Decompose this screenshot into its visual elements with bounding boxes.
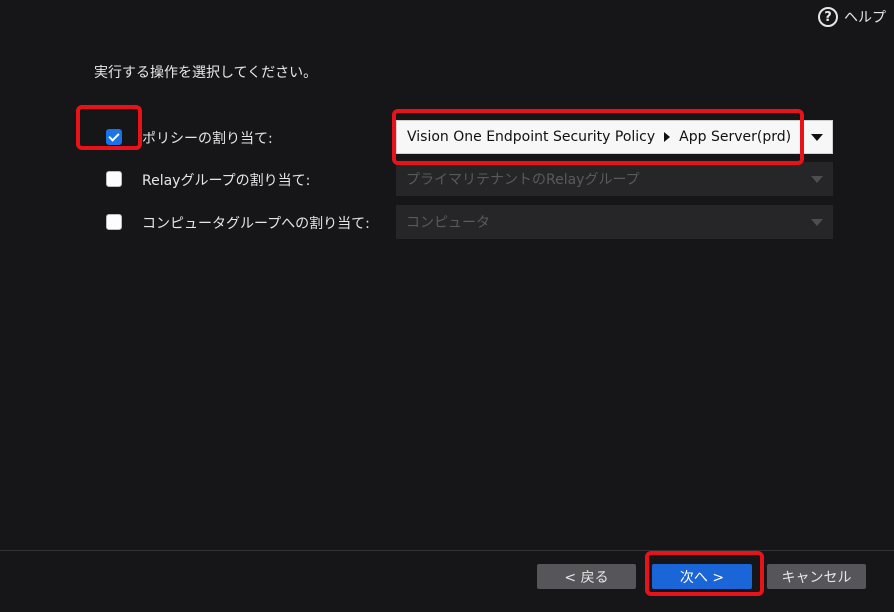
chevron-down-icon [801, 162, 833, 196]
relay-group-label: Relayグループの割り当て: [142, 173, 311, 189]
policy-child-name: App Server(prd) [679, 129, 792, 145]
cancel-button[interactable]: キャンセル [767, 564, 866, 589]
policy-checkbox[interactable] [106, 129, 122, 145]
relay-group-checkbox[interactable] [106, 171, 122, 187]
relay-group-select-value: プライマリテナントのRelayグループ [396, 162, 801, 196]
computer-group-select[interactable]: コンピュータ [396, 205, 833, 239]
option-row-policy: ポリシーの割り当て: Vision One Endpoint Security … [0, 120, 894, 154]
option-row-computer-group: コンピュータグループへの割り当て: コンピュータ [0, 205, 894, 239]
chevron-down-icon [801, 205, 833, 239]
help-link[interactable]: ? ヘルプ [818, 7, 886, 27]
relay-group-select[interactable]: プライマリテナントのRelayグループ [396, 162, 833, 196]
help-label: ヘルプ [844, 10, 886, 26]
policy-select[interactable]: Vision One Endpoint Security Policy App … [396, 120, 833, 154]
policy-select-value: Vision One Endpoint Security Policy App … [396, 120, 801, 154]
footer-divider [0, 550, 894, 551]
instruction-text: 実行する操作を選択してください。 [94, 65, 318, 81]
next-button[interactable]: 次へ > [652, 564, 752, 589]
policy-name: Vision One Endpoint Security Policy [407, 129, 656, 145]
policy-label: ポリシーの割り当て: [142, 131, 273, 147]
option-row-relay: Relayグループの割り当て: プライマリテナントのRelayグループ [0, 162, 894, 196]
computer-group-label: コンピュータグループへの割り当て: [142, 216, 370, 232]
chevron-down-icon[interactable] [801, 120, 833, 154]
back-button[interactable]: < 戻る [537, 564, 636, 589]
question-circle-icon: ? [818, 7, 838, 27]
computer-group-checkbox[interactable] [106, 214, 122, 230]
caret-right-icon [664, 132, 671, 142]
computer-group-select-value: コンピュータ [396, 205, 801, 239]
